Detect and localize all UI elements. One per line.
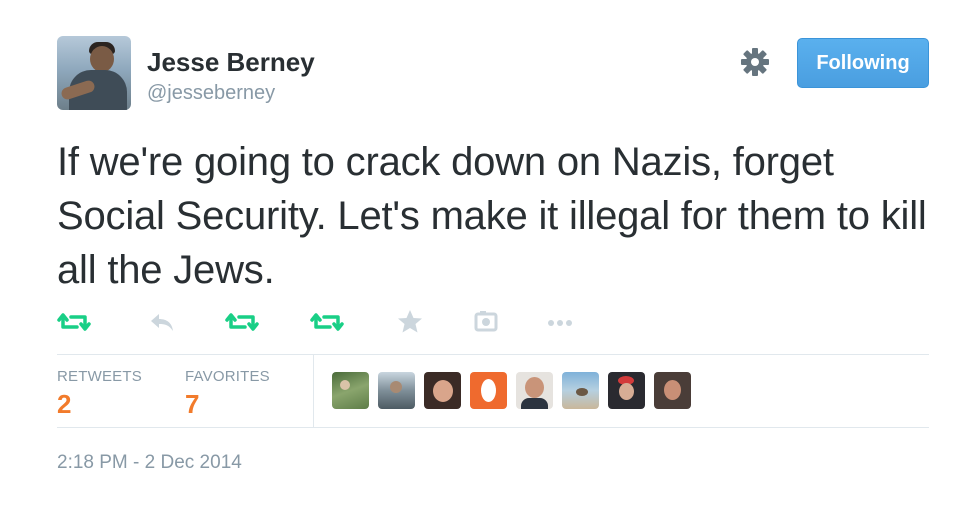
gear-icon[interactable] bbox=[739, 46, 771, 78]
favoriter-avatar[interactable] bbox=[424, 372, 461, 409]
following-button[interactable]: Following bbox=[797, 38, 929, 88]
favorites-count[interactable]: 7 bbox=[185, 389, 199, 420]
avatar-head bbox=[90, 46, 114, 72]
favoriter-avatar[interactable] bbox=[332, 372, 369, 409]
favoriter-avatar[interactable] bbox=[378, 372, 415, 409]
retweet-icon[interactable] bbox=[225, 305, 259, 339]
user-display-name[interactable]: Jesse Berney bbox=[147, 47, 315, 77]
photo-icon[interactable] bbox=[469, 305, 503, 339]
favoriters-avatars bbox=[332, 372, 691, 409]
favoriter-avatar[interactable] bbox=[516, 372, 553, 409]
user-avatar[interactable] bbox=[57, 36, 131, 110]
star-icon[interactable] bbox=[393, 305, 427, 339]
favoriter-avatar[interactable] bbox=[608, 372, 645, 409]
tweet-timestamp[interactable]: 2:18 PM - 2 Dec 2014 bbox=[57, 452, 242, 474]
user-handle[interactable]: @jesseberney bbox=[147, 81, 275, 105]
tweet-text: If we're going to crack down on Nazis, f… bbox=[57, 140, 927, 292]
favoriter-avatar[interactable] bbox=[470, 372, 507, 409]
retweets-label[interactable]: RETWEETS bbox=[57, 368, 142, 385]
reply-icon[interactable] bbox=[145, 305, 179, 339]
retweet-icon[interactable] bbox=[310, 305, 344, 339]
retweet-icon[interactable] bbox=[57, 305, 91, 339]
stats-bottom-divider bbox=[57, 427, 929, 428]
stats-top-divider bbox=[57, 354, 929, 355]
more-icon[interactable] bbox=[543, 305, 577, 339]
stats-vertical-divider bbox=[313, 355, 314, 427]
favorites-label[interactable]: FAVORITES bbox=[185, 368, 270, 385]
retweets-count[interactable]: 2 bbox=[57, 389, 71, 420]
favoriter-avatar[interactable] bbox=[654, 372, 691, 409]
favoriter-avatar[interactable] bbox=[562, 372, 599, 409]
